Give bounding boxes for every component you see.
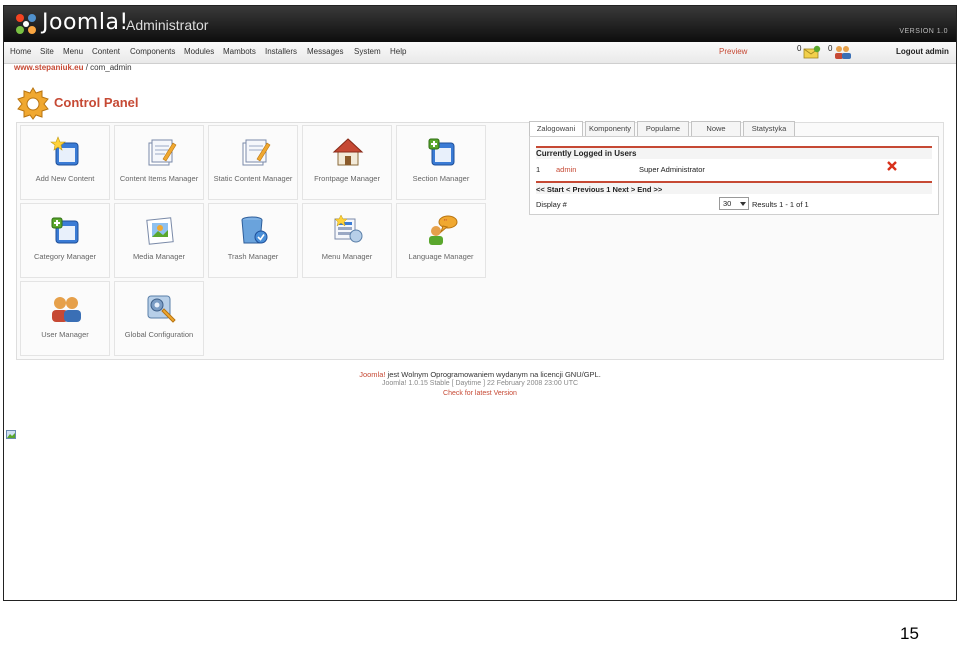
tile-frontpage-manager[interactable]: Frontpage Manager	[302, 125, 392, 200]
tile-global-configuration[interactable]: Global Configuration	[114, 281, 204, 356]
image-placeholder-icon	[6, 430, 16, 439]
tile-label: Section Manager	[412, 174, 470, 183]
row-number: 1	[536, 165, 541, 174]
messages-icon[interactable]	[803, 45, 821, 59]
tab-nowe[interactable]: Nowe	[691, 121, 741, 137]
menu-system[interactable]: System	[354, 47, 381, 56]
tab-komponenty[interactable]: Komponenty	[585, 121, 635, 137]
tile-label: Media Manager	[132, 252, 186, 261]
slide-page-number: 15	[900, 624, 919, 643]
tab-zalogowani[interactable]: Zalogowani	[529, 121, 583, 137]
menu-menu[interactable]: Menu	[63, 47, 83, 56]
menu-modules[interactable]: Modules	[184, 47, 214, 56]
page-title: Control Panel	[54, 95, 139, 110]
header-bar: Joomla! Administrator VERSION 1.0	[4, 6, 956, 42]
tile-label: Language Manager	[408, 252, 474, 261]
main-menu: Home Site Menu Content Components Module…	[4, 42, 956, 64]
logout-link[interactable]: Logout admin	[896, 47, 949, 56]
chevron-down-icon	[740, 202, 746, 206]
control-panel-icon	[17, 87, 49, 120]
static-content-icon	[242, 139, 271, 166]
tile-section-manager[interactable]: Section Manager	[396, 125, 486, 200]
menu-mambots[interactable]: Mambots	[223, 47, 256, 56]
user-role: Super Administrator	[639, 165, 705, 174]
menu-components[interactable]: Components	[130, 47, 175, 56]
menu-help[interactable]: Help	[390, 47, 406, 56]
menu-manager-icon	[334, 214, 363, 243]
display-limit-select[interactable]: 30	[719, 197, 749, 210]
joomla-logo-icon	[16, 14, 36, 34]
site-link[interactable]: www.stepaniuk.eu	[14, 63, 84, 72]
users-icon	[52, 297, 81, 322]
display-limit-value: 30	[723, 199, 732, 208]
users-count: 0	[828, 44, 833, 53]
footer-license: Joomla! jest Wolnym Oprogramowaniem wyda…	[4, 370, 956, 379]
tile-trash-manager[interactable]: Trash Manager	[208, 203, 298, 278]
trash-icon	[241, 216, 268, 244]
footer-brand-link[interactable]: Joomla!	[359, 370, 385, 379]
breadcrumb-component: com_admin	[90, 63, 132, 72]
frontpage-icon	[332, 138, 364, 166]
menu-site[interactable]: Site	[40, 47, 54, 56]
media-icon	[146, 217, 174, 245]
category-icon	[51, 217, 79, 244]
tile-user-manager[interactable]: User Manager	[20, 281, 110, 356]
tile-label: User Manager	[41, 330, 89, 339]
brand-name: Joomla!	[42, 10, 129, 35]
tile-label: Global Configuration	[124, 330, 194, 339]
tile-label: Category Manager	[33, 252, 97, 261]
config-icon	[147, 295, 176, 323]
messages-count: 0	[797, 44, 802, 53]
tile-label: Menu Manager	[321, 252, 373, 261]
footer-version: Joomla! 1.0.15 Stable [ Daytime ] 22 Feb…	[381, 380, 579, 387]
tile-label: Content Items Manager	[119, 174, 199, 183]
users-online-icon[interactable]	[834, 45, 852, 60]
tile-language-manager[interactable]: " Language Manager	[396, 203, 486, 278]
tab-panel: Currently Logged in Users 1 admin Super …	[529, 136, 939, 215]
preview-link[interactable]: Preview	[719, 47, 747, 56]
content-items-icon	[148, 139, 177, 166]
user-link[interactable]: admin	[556, 165, 576, 174]
tile-media-manager[interactable]: Media Manager	[114, 203, 204, 278]
results-count: Results 1 - 1 of 1	[752, 200, 809, 209]
add-content-icon	[50, 136, 79, 166]
tile-menu-manager[interactable]: Menu Manager	[302, 203, 392, 278]
browser-frame: Joomla! Administrator VERSION 1.0 Home S…	[3, 5, 957, 601]
tab-popularne[interactable]: Popularne	[637, 121, 689, 137]
breadcrumb: www.stepaniuk.eu / com_admin	[14, 63, 132, 72]
tile-label: Frontpage Manager	[314, 174, 380, 183]
menu-messages[interactable]: Messages	[307, 47, 343, 56]
tile-content-items-manager[interactable]: Content Items Manager	[114, 125, 204, 200]
brand-subtitle: Administrator	[126, 17, 209, 33]
panel-heading: Currently Logged in Users	[536, 146, 932, 159]
display-label: Display #	[536, 200, 567, 209]
section-icon	[428, 138, 455, 166]
tile-label: Trash Manager	[227, 252, 279, 261]
pagination[interactable]: << Start < Previous 1 Next > End >>	[536, 181, 932, 194]
menu-content[interactable]: Content	[92, 47, 120, 56]
tile-category-manager[interactable]: Category Manager	[20, 203, 110, 278]
menu-home[interactable]: Home	[10, 47, 31, 56]
tile-static-content-manager[interactable]: Static Content Manager	[208, 125, 298, 200]
tile-label: Add New Content	[35, 174, 95, 183]
logout-user-icon[interactable]	[887, 161, 897, 171]
menu-installers[interactable]: Installers	[265, 47, 297, 56]
version-label: VERSION 1.0	[899, 28, 948, 35]
svg-text:": "	[444, 218, 447, 227]
language-icon: "	[429, 215, 458, 245]
tile-add-new-content[interactable]: Add New Content	[20, 125, 110, 200]
tab-statystyka[interactable]: Statystyka	[743, 121, 795, 137]
check-version-link[interactable]: Check for latest Version	[4, 390, 956, 397]
license-text: jest Wolnym Oprogramowaniem wydanym na l…	[385, 370, 601, 379]
tile-label: Static Content Manager	[213, 174, 293, 183]
